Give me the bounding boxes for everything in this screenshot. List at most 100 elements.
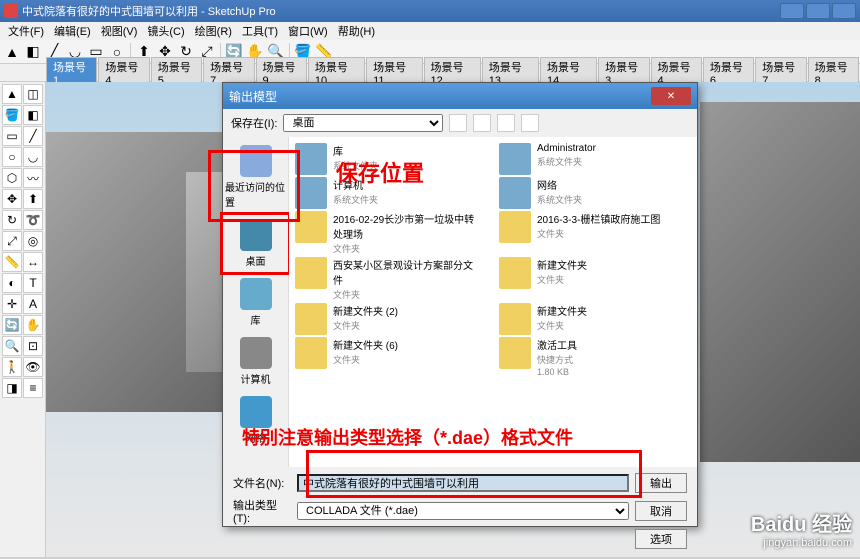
file-item[interactable]: 新建文件夹 (2)文件夹 — [295, 303, 475, 335]
select-icon[interactable]: ▲ — [2, 84, 22, 104]
file-item[interactable]: 计算机系统文件夹 — [295, 177, 475, 209]
menubar: 文件(F) 编辑(E) 视图(V) 镜头(C) 绘图(R) 工具(T) 窗口(W… — [0, 22, 860, 40]
zoom-icon[interactable]: 🔍 — [2, 336, 22, 356]
shortcut-icon — [499, 337, 531, 369]
axes-icon[interactable]: ✛ — [2, 294, 22, 314]
filetype-label: 输出类型(T): — [233, 497, 291, 525]
close-button[interactable] — [832, 3, 856, 19]
menu-tools[interactable]: 工具(T) — [238, 22, 282, 40]
walk-icon[interactable]: 🚶 — [2, 357, 22, 377]
watermark: Baidu 经验 jingyan.baidu.com — [751, 508, 852, 549]
offset-icon[interactable]: ◎ — [23, 231, 43, 251]
text-icon[interactable]: T — [23, 273, 43, 293]
dim-icon[interactable]: ↔ — [23, 252, 43, 272]
pan-icon[interactable]: ✋ — [23, 315, 43, 335]
move-icon[interactable]: ✥ — [2, 189, 22, 209]
menu-help[interactable]: 帮助(H) — [334, 22, 379, 40]
export-dialog: 输出模型 ✕ 保存在(I): 桌面 最近访问的位置 桌面 库 计算机 网络 库系… — [222, 82, 698, 527]
scale-icon[interactable]: ⤢ — [2, 231, 22, 251]
save-in-label: 保存在(I): — [231, 115, 277, 131]
app-titlebar: 中式院落有很好的中式围墙可以利用 - SketchUp Pro — [0, 0, 860, 22]
menu-edit[interactable]: 编辑(E) — [50, 22, 95, 40]
file-item[interactable]: 新建文件夹文件夹 — [499, 257, 679, 301]
place-libraries[interactable]: 库 — [223, 274, 288, 331]
pointer-icon[interactable]: ▲ — [2, 42, 22, 62]
folder-icon — [499, 257, 531, 289]
filename-label: 文件名(N): — [233, 475, 291, 491]
place-desktop[interactable]: 桌面 — [223, 215, 288, 272]
view-icon[interactable] — [521, 114, 539, 132]
folder-icon — [295, 303, 327, 335]
orbit-icon[interactable]: 🔄 — [2, 315, 22, 335]
filetype-dropdown[interactable]: COLLADA 文件 (*.dae) — [297, 502, 629, 520]
maximize-button[interactable] — [806, 3, 830, 19]
folder-icon — [499, 143, 531, 175]
folder-icon — [295, 143, 327, 175]
app-title: 中式院落有很好的中式围墙可以利用 - SketchUp Pro — [22, 3, 276, 19]
options-button[interactable]: 选项 — [635, 529, 687, 549]
menu-file[interactable]: 文件(F) — [4, 22, 48, 40]
export-button[interactable]: 输出 — [635, 473, 687, 493]
file-item[interactable]: Administrator系统文件夹 — [499, 143, 679, 175]
close-icon[interactable]: ✕ — [651, 87, 691, 105]
file-item[interactable]: 西安某小区景观设计方案部分文件文件夹 — [295, 257, 475, 301]
dialog-bottom: 文件名(N): 输出 输出类型(T): COLLADA 文件 (*.dae) 取… — [223, 467, 697, 559]
file-item[interactable]: 激活工具快捷方式1.80 KB — [499, 337, 679, 377]
dialog-toolbar: 保存在(I): 桌面 — [223, 109, 697, 137]
folder-icon — [499, 211, 531, 243]
minimize-button[interactable] — [780, 3, 804, 19]
tape-icon[interactable]: 📏 — [2, 252, 22, 272]
folder-icon — [499, 303, 531, 335]
protractor-icon[interactable]: ◐ — [2, 273, 22, 293]
filename-input[interactable] — [297, 474, 629, 492]
push-icon[interactable]: ⬆ — [23, 189, 43, 209]
3dtext-icon[interactable]: A — [23, 294, 43, 314]
layer-icon[interactable]: ≡ — [23, 378, 43, 398]
side-toolbar: ▲◫ 🪣◧ ▭╱ ○◡ ⬡〰 ✥⬆ ↻➰ ⤢◎ 📏↔ ◐T ✛A 🔄✋ 🔍⊡ 🚶… — [0, 82, 46, 557]
component-icon[interactable]: ◫ — [23, 84, 43, 104]
cancel-button[interactable]: 取消 — [635, 501, 687, 521]
dialog-titlebar: 输出模型 ✕ — [223, 83, 697, 109]
file-item[interactable]: 2016-3-3-栅栏镇政府施工图文件夹 — [499, 211, 679, 255]
file-item[interactable]: 新建文件夹 (6)文件夹 — [295, 337, 475, 377]
dialog-title: 输出模型 — [229, 88, 277, 105]
places-bar: 最近访问的位置 桌面 库 计算机 网络 — [223, 137, 289, 467]
file-item[interactable]: 新建文件夹文件夹 — [499, 303, 679, 335]
eraser-icon[interactable]: ◧ — [23, 105, 43, 125]
file-item[interactable]: 库系统文件夹 — [295, 143, 475, 175]
app-icon — [4, 4, 18, 18]
look-icon[interactable]: 👁 — [23, 357, 43, 377]
folder-icon — [295, 177, 327, 209]
file-item[interactable]: 2016-02-29长沙市第一垃圾中转处理场文件夹 — [295, 211, 475, 255]
eraser-icon[interactable]: ◧ — [23, 42, 43, 62]
place-network[interactable]: 网络 — [223, 392, 288, 449]
save-in-dropdown[interactable]: 桌面 — [283, 114, 443, 132]
place-computer[interactable]: 计算机 — [223, 333, 288, 390]
file-item[interactable]: 网络系统文件夹 — [499, 177, 679, 209]
line-icon[interactable]: ╱ — [23, 126, 43, 146]
arc-icon[interactable]: ◡ — [23, 147, 43, 167]
paint-icon[interactable]: 🪣 — [2, 105, 22, 125]
zoomext-icon[interactable]: ⊡ — [23, 336, 43, 356]
folder-icon — [295, 211, 327, 243]
scene-tabs: 场景号1 场景号4 场景号5 场景号7 场景号9 场景号10 场景号11 场景号… — [0, 64, 860, 82]
menu-draw[interactable]: 绘图(R) — [191, 22, 236, 40]
freehand-icon[interactable]: 〰 — [23, 168, 43, 188]
circle-icon[interactable]: ○ — [2, 147, 22, 167]
folder-icon — [295, 257, 327, 289]
follow-icon[interactable]: ➰ — [23, 210, 43, 230]
menu-view[interactable]: 视图(V) — [97, 22, 142, 40]
newfolder-icon[interactable] — [497, 114, 515, 132]
polygon-icon[interactable]: ⬡ — [2, 168, 22, 188]
place-recent[interactable]: 最近访问的位置 — [223, 141, 288, 213]
folder-icon — [295, 337, 327, 369]
folder-icon — [499, 177, 531, 209]
menu-camera[interactable]: 镜头(C) — [143, 22, 188, 40]
up-icon[interactable] — [473, 114, 491, 132]
section-icon[interactable]: ◨ — [2, 378, 22, 398]
rotate-icon[interactable]: ↻ — [2, 210, 22, 230]
menu-window[interactable]: 窗口(W) — [284, 22, 332, 40]
back-icon[interactable] — [449, 114, 467, 132]
rect-icon[interactable]: ▭ — [2, 126, 22, 146]
file-list[interactable]: 库系统文件夹 Administrator系统文件夹 计算机系统文件夹 网络系统文… — [289, 137, 697, 467]
